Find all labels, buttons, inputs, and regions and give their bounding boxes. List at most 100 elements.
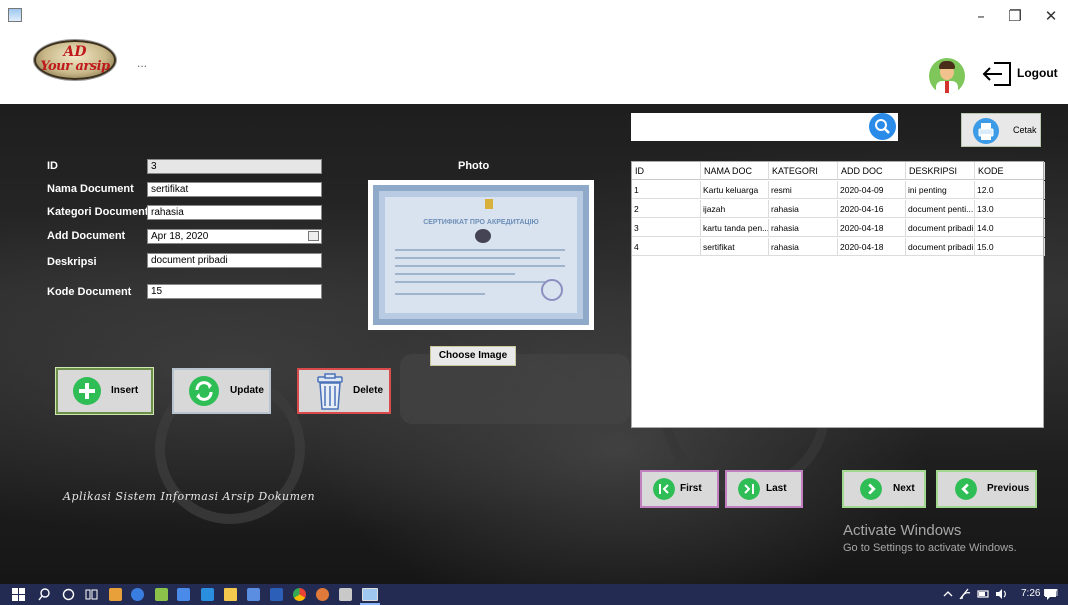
- previous-button[interactable]: Previous: [936, 470, 1037, 508]
- cetak-button[interactable]: Cetak: [961, 113, 1041, 147]
- table-cell: 2020-04-16: [838, 200, 906, 218]
- column-header[interactable]: ADD DOC: [838, 162, 906, 180]
- next-label: Next: [893, 483, 915, 494]
- table-cell: ijazah: [701, 200, 769, 218]
- app-icon-7[interactable]: [247, 588, 260, 601]
- activate-windows-subtitle: Go to Settings to activate Windows.: [843, 542, 1017, 554]
- label-kode-document: Kode Document: [47, 286, 132, 298]
- next-icon: [860, 478, 882, 500]
- photo-preview: СЕРТИФІКАТ ПРО АКРЕДИТАЦІЮ: [368, 180, 594, 330]
- minimize-button[interactable]: –: [966, 6, 996, 26]
- app-icon-3[interactable]: [155, 588, 168, 601]
- logo-line-2: Your arsip: [40, 59, 110, 74]
- next-button[interactable]: Next: [842, 470, 926, 508]
- cortana-icon[interactable]: [62, 588, 75, 601]
- table-cell: 2020-04-18: [838, 238, 906, 256]
- first-button[interactable]: First: [640, 470, 719, 508]
- app-icon: [8, 8, 22, 22]
- file-explorer-icon[interactable]: [224, 588, 237, 601]
- table-cell: 14.0: [975, 219, 1045, 237]
- table-header: ID NAMA DOC KATEGORI ADD DOC DESKRIPSI K…: [632, 162, 1045, 180]
- start-icon[interactable]: [12, 588, 25, 601]
- cetak-label: Cetak: [1013, 125, 1037, 135]
- logo-line-1: AD: [63, 44, 87, 60]
- browser-app-icon[interactable]: [131, 588, 144, 601]
- documents-table: ID NAMA DOC KATEGORI ADD DOC DESKRIPSI K…: [631, 161, 1045, 428]
- column-header[interactable]: ID: [632, 162, 701, 180]
- table-cell: 1: [632, 181, 701, 199]
- close-button[interactable]: ✕: [1036, 6, 1066, 26]
- table-cell: rahasia: [769, 238, 838, 256]
- column-header[interactable]: NAMA DOC: [701, 162, 769, 180]
- table-cell: 15.0: [975, 238, 1045, 256]
- last-icon: [738, 478, 760, 500]
- table-cell: 2020-04-18: [838, 219, 906, 237]
- app-tagline: Aplikasi Sistem Informasi Arsip Dokumen: [63, 490, 316, 503]
- activate-windows-title: Activate Windows: [843, 522, 962, 539]
- add-document-date-field[interactable]: Apr 18, 2020: [147, 229, 322, 244]
- app-icon-10[interactable]: [316, 588, 329, 601]
- table-cell: 2020-04-09: [838, 181, 906, 199]
- certificate-image: СЕРТИФІКАТ ПРО АКРЕДИТАЦІЮ: [373, 185, 589, 325]
- maximize-button[interactable]: ❐: [1000, 6, 1030, 26]
- app-icon-4[interactable]: [177, 588, 190, 601]
- table-row[interactable]: 4 sertifikat rahasia 2020-04-18 document…: [632, 238, 1045, 256]
- deskripsi-field[interactable]: document pribadi: [147, 253, 322, 268]
- app-icon-11[interactable]: [339, 588, 352, 601]
- nama-document-field[interactable]: sertifikat: [147, 182, 322, 197]
- last-label: Last: [766, 483, 787, 494]
- table-cell: ini penting: [906, 181, 975, 199]
- table-cell: rahasia: [769, 219, 838, 237]
- last-button[interactable]: Last: [725, 470, 803, 508]
- main-panel: ID 3 Nama Document sertifikat Kategori D…: [0, 104, 1068, 584]
- table-row[interactable]: 2 ijazah rahasia 2020-04-16 document pen…: [632, 200, 1045, 218]
- window-titlebar: – ❐ ✕: [0, 0, 1068, 30]
- insert-button[interactable]: Insert: [55, 367, 154, 415]
- delete-button[interactable]: Delete: [297, 368, 391, 414]
- trash-icon: [317, 373, 343, 410]
- table-cell: document pribadi: [906, 219, 975, 237]
- kode-document-field[interactable]: 15: [147, 284, 322, 299]
- search-button[interactable]: [867, 113, 898, 141]
- previous-label: Previous: [987, 483, 1030, 494]
- column-header[interactable]: KATEGORI: [769, 162, 838, 180]
- mail-app-icon[interactable]: [109, 588, 122, 601]
- label-id: ID: [47, 160, 58, 172]
- logout-button[interactable]: Logout: [980, 56, 1060, 92]
- search-taskbar-icon[interactable]: [38, 588, 51, 601]
- table-cell: resmi: [769, 181, 838, 199]
- task-view-icon[interactable]: [85, 588, 98, 601]
- header-dots: ...: [137, 56, 148, 70]
- kategori-document-field[interactable]: rahasia: [147, 205, 322, 220]
- search-icon: [869, 113, 896, 140]
- table-cell: document pribadi: [906, 238, 975, 256]
- choose-image-button[interactable]: Choose Image: [430, 346, 516, 366]
- table-cell: 4: [632, 238, 701, 256]
- table-cell: document penti...: [906, 200, 975, 218]
- label-kategori-document: Kategori Document: [47, 206, 149, 218]
- table-row[interactable]: 1 Kartu keluarga resmi 2020-04-09 ini pe…: [632, 181, 1045, 199]
- add-document-date-value: Apr 18, 2020: [151, 231, 209, 242]
- notification-icon[interactable]: [1044, 588, 1057, 601]
- photo-label: Photo: [458, 160, 490, 172]
- table-cell: sertifikat: [701, 238, 769, 256]
- app-header: AD Your arsip ... Logout: [0, 30, 1068, 104]
- printer-icon: [973, 118, 999, 144]
- id-field[interactable]: 3: [147, 159, 322, 174]
- column-header[interactable]: DESKRIPSI: [906, 162, 975, 180]
- java-app-icon[interactable]: [362, 588, 378, 601]
- table-cell: 12.0: [975, 181, 1045, 199]
- word-icon[interactable]: [270, 588, 283, 601]
- system-tray-icons[interactable]: [942, 587, 1014, 604]
- calendar-icon[interactable]: [308, 231, 319, 241]
- plus-icon: [73, 377, 101, 405]
- vscode-icon[interactable]: [201, 588, 214, 601]
- insert-label: Insert: [111, 385, 139, 396]
- user-avatar: [929, 58, 965, 94]
- column-header[interactable]: KODE: [975, 162, 1045, 180]
- certificate-title: СЕРТИФІКАТ ПРО АКРЕДИТАЦІЮ: [423, 219, 539, 226]
- search-input[interactable]: [631, 113, 867, 141]
- chrome-icon[interactable]: [293, 588, 306, 601]
- table-row[interactable]: 3 kartu tanda pen... rahasia 2020-04-18 …: [632, 219, 1045, 237]
- update-button[interactable]: Update: [172, 368, 271, 414]
